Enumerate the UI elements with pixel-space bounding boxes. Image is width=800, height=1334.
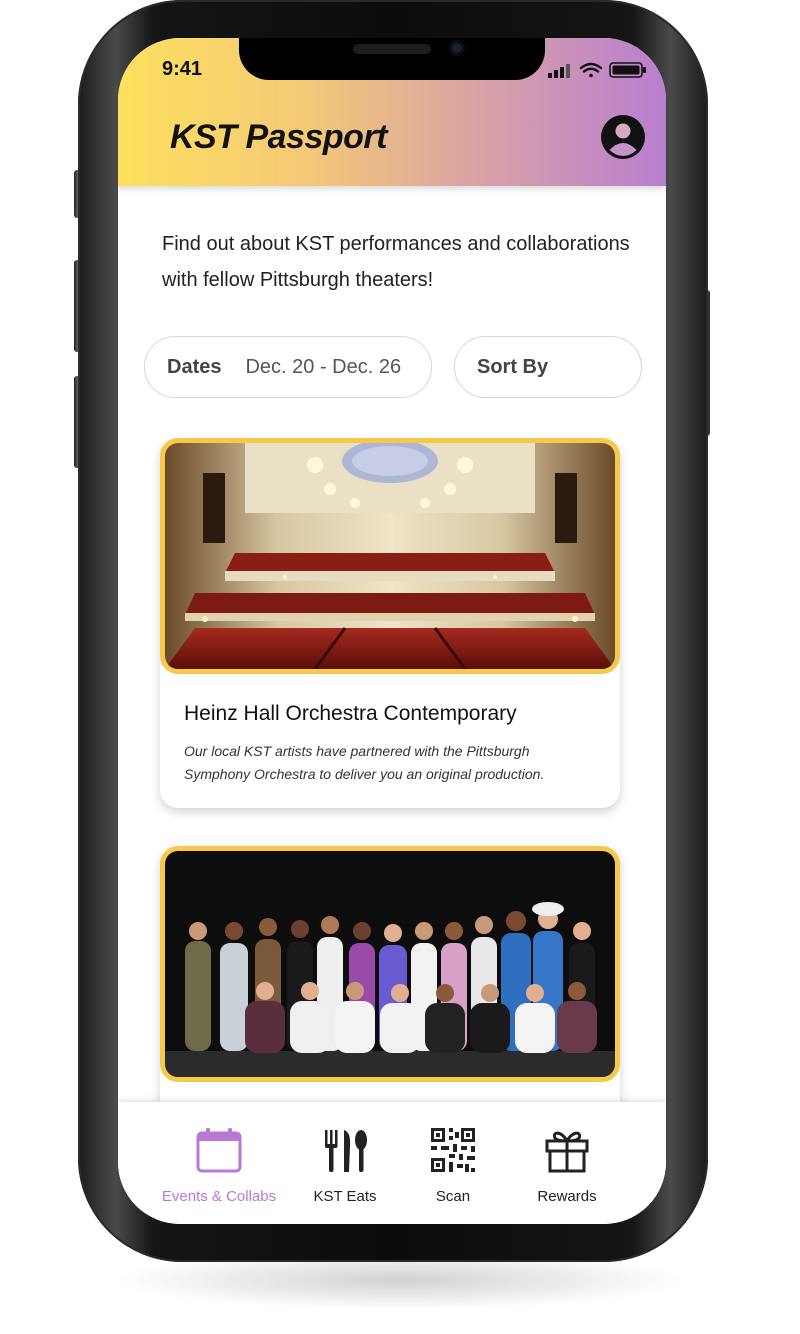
phone-notch [239, 38, 545, 80]
concert-hall-photo [165, 443, 615, 669]
calendar-icon [196, 1128, 242, 1173]
tab-events-collabs[interactable]: Events & Collabs [154, 1102, 284, 1224]
app-screen: 9:41 KST Passport Find out about KST per… [118, 38, 666, 1224]
tab-rewards[interactable]: Rewards [502, 1102, 632, 1224]
tab-scan[interactable]: Scan [388, 1102, 518, 1224]
earpiece-speaker [353, 44, 431, 54]
cellular-signal-icon [548, 64, 570, 78]
dates-filter[interactable]: Dates Dec. 20 - Dec. 26 [144, 336, 432, 398]
wifi-icon [579, 62, 603, 78]
event-description: Our local KST artists have partnered wit… [184, 743, 545, 782]
tab-label: Rewards [537, 1188, 597, 1205]
qr-code-icon [431, 1128, 475, 1172]
dates-filter-value: Dec. 20 - Dec. 26 [245, 355, 402, 378]
front-camera [449, 40, 465, 56]
battery-icon [609, 62, 646, 78]
sort-by-filter[interactable]: Sort By [454, 336, 642, 398]
gift-icon [545, 1131, 589, 1173]
utensils-icon [325, 1130, 367, 1172]
event-image-cast [160, 846, 620, 1082]
event-title: Heinz Hall Orchestra Contemporary [184, 702, 517, 725]
cast-group-photo [165, 851, 615, 1077]
status-time: 9:41 [162, 58, 203, 80]
event-card[interactable]: Heinz Hall Orchestra Contemporary Our lo… [160, 438, 620, 808]
sort-by-label: Sort By [477, 355, 549, 378]
intro-text: Find out about KST performances and coll… [162, 233, 630, 291]
event-image-theater [160, 438, 620, 674]
bottom-tab-bar: Events & Collabs KST Eats Scan Rewards [118, 1102, 666, 1224]
event-card[interactable] [160, 846, 620, 1146]
tab-label: Events & Collabs [161, 1188, 277, 1205]
dates-filter-label: Dates [167, 355, 222, 378]
app-title: KST Passport [170, 118, 387, 156]
tab-label: Scan [435, 1188, 471, 1205]
status-icons [548, 62, 646, 78]
account-icon[interactable] [600, 114, 646, 160]
